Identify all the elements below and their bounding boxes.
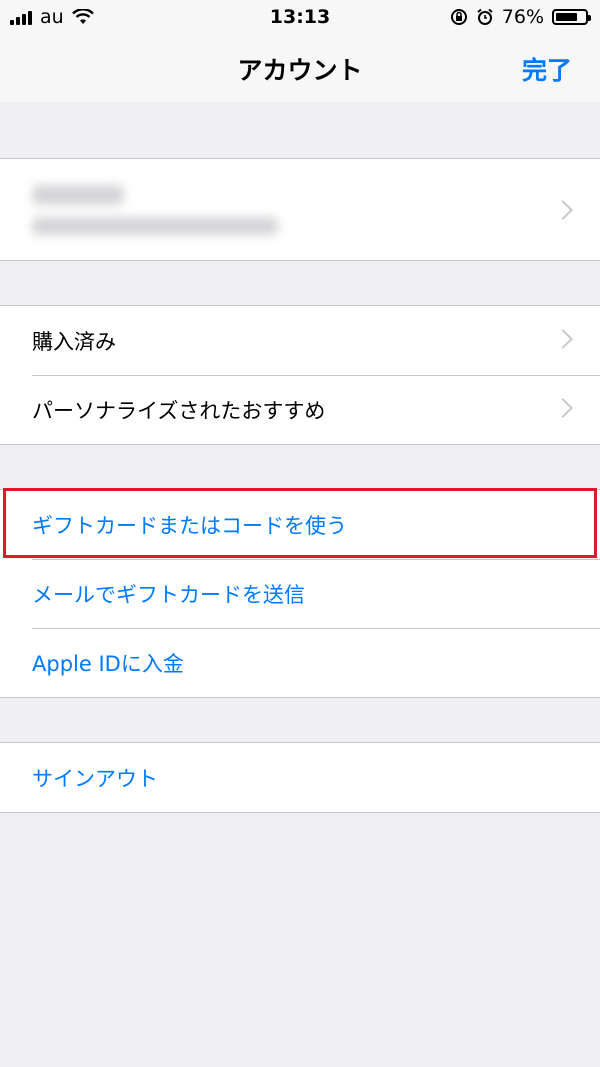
battery-percent: 76% — [501, 6, 544, 28]
page-title: アカウント — [237, 56, 363, 85]
status-bar: au 13:13 76% — [0, 0, 600, 36]
purchased-label: 購入済み — [32, 330, 116, 354]
alarm-icon — [477, 8, 493, 25]
battery-level-fill — [556, 13, 578, 21]
highlight-box — [3, 488, 597, 558]
add-funds-link[interactable]: Apple IDに入金 — [32, 648, 184, 678]
purchases-section: 購入済み パーソナライズされたおすすめ — [0, 305, 600, 445]
add-funds-row[interactable]: Apple IDに入金 — [0, 628, 600, 697]
chevron-right-icon — [553, 200, 573, 220]
profile-section — [0, 158, 600, 261]
send-gift-card-link[interactable]: メールでギフトカードを送信 — [32, 579, 305, 609]
chevron-right-icon — [553, 329, 573, 349]
purchased-row[interactable]: 購入済み — [0, 306, 600, 375]
signout-section: サインアウト — [0, 742, 600, 813]
chevron-right-icon — [553, 398, 573, 418]
profile-row[interactable] — [0, 159, 600, 260]
send-gift-card-row[interactable]: メールでギフトカードを送信 — [0, 559, 600, 628]
personalized-recommendations-row[interactable]: パーソナライズされたおすすめ — [0, 375, 600, 444]
sign-out-row[interactable]: サインアウト — [0, 743, 600, 812]
orientation-lock-icon — [450, 9, 467, 25]
profile-email-redacted — [32, 217, 278, 235]
navigation-bar: アカウント 完了 — [0, 36, 600, 102]
done-button[interactable]: 完了 — [522, 51, 572, 87]
personalized-recommendations-label: パーソナライズされたおすすめ — [32, 399, 326, 423]
sign-out-link[interactable]: サインアウト — [32, 763, 158, 793]
profile-name-redacted — [32, 185, 124, 205]
battery-icon — [552, 9, 591, 25]
